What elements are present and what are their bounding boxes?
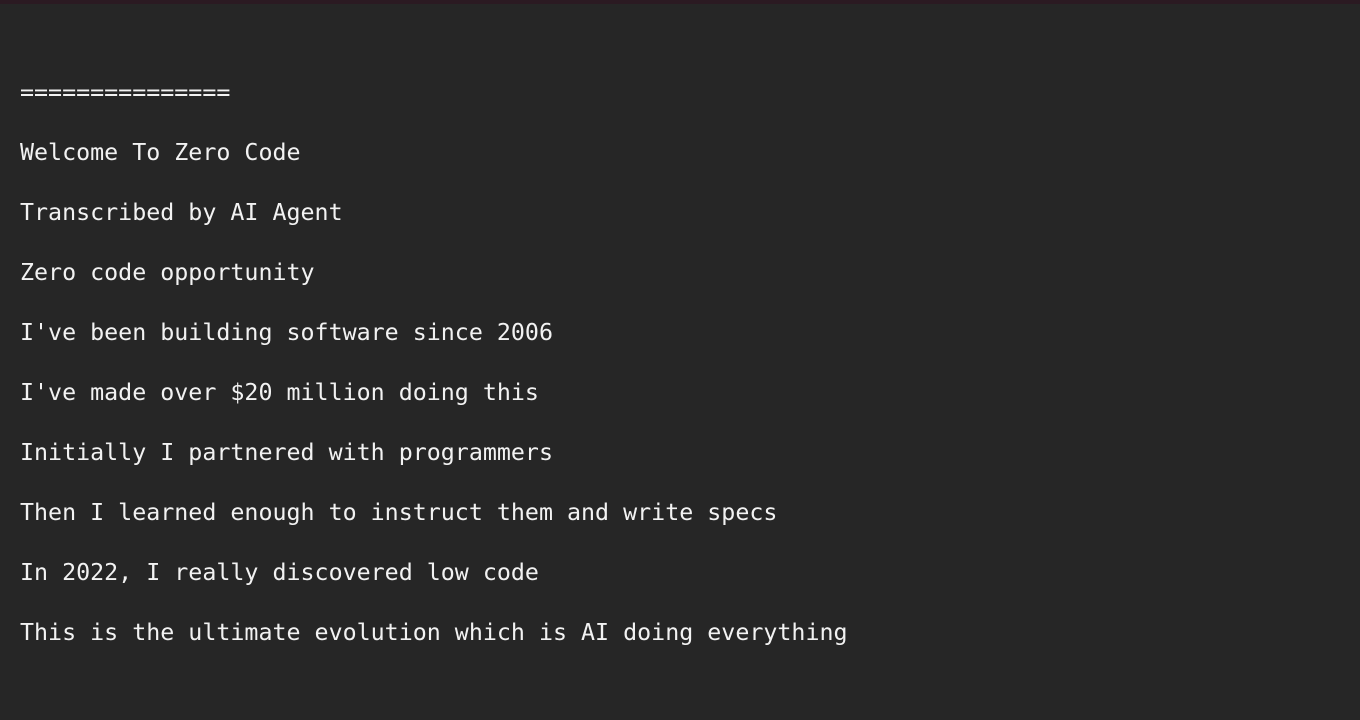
transcript-line-evolution: This is the ultimate evolution which is …	[20, 619, 848, 646]
transcript-line-earnings: I've made over $20 million doing this	[20, 379, 539, 406]
transcript-line-low-code: In 2022, I really discovered low code	[20, 559, 539, 586]
transcript-line-topic: Zero code opportunity	[20, 259, 315, 286]
transcript-text-block: =============== Welcome To Zero Code Tra…	[20, 63, 1340, 663]
transcript-line-divider: ===============	[20, 79, 231, 106]
transcript-line-attribution: Transcribed by AI Agent	[20, 199, 343, 226]
terminal-screen: =============== Welcome To Zero Code Tra…	[0, 0, 1360, 720]
transcript-line-specs: Then I learned enough to instruct them a…	[20, 499, 778, 526]
top-edge-strip	[0, 0, 1360, 4]
transcript-line-since-2006: I've been building software since 2006	[20, 319, 553, 346]
transcript-line-partnered: Initially I partnered with programmers	[20, 439, 553, 466]
transcript-line-title: Welcome To Zero Code	[20, 139, 301, 166]
